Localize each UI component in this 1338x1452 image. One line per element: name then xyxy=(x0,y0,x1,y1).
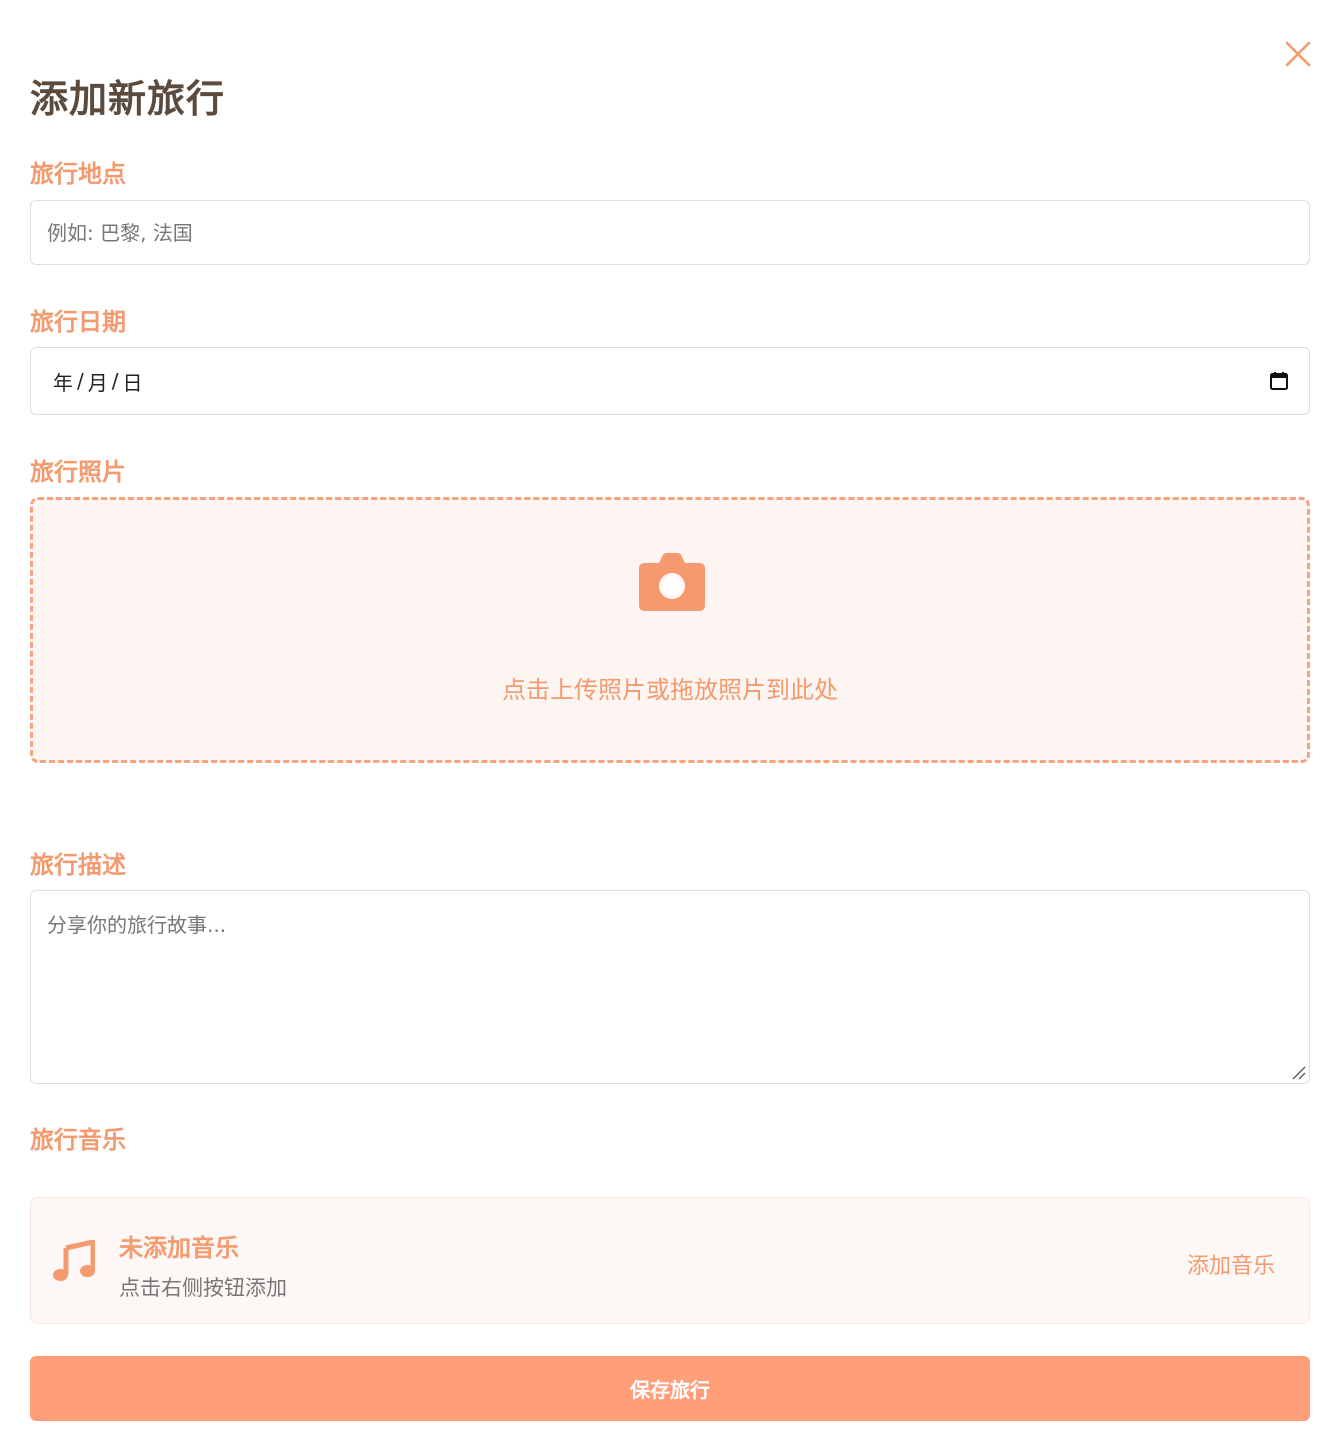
save-trip-button[interactable]: 保存旅行 xyxy=(30,1356,1310,1421)
photo-label: 旅行照片 xyxy=(30,458,126,486)
date-separator: / xyxy=(111,369,119,393)
description-textarea[interactable] xyxy=(30,890,1310,1084)
music-label: 旅行音乐 xyxy=(30,1126,126,1154)
description-label: 旅行描述 xyxy=(30,851,126,879)
music-status: 未添加音乐 xyxy=(119,1234,239,1262)
music-hint: 点击右侧按钮添加 xyxy=(119,1276,287,1300)
location-input[interactable] xyxy=(30,200,1310,265)
date-month-segment[interactable]: 月 xyxy=(88,367,108,396)
date-separator: / xyxy=(77,369,84,393)
date-year-segment[interactable]: 年 xyxy=(53,367,73,396)
music-panel: 未添加音乐 点击右侧按钮添加 添加音乐 xyxy=(30,1197,1310,1324)
date-day-segment[interactable]: 日 xyxy=(123,367,143,396)
add-music-button[interactable]: 添加音乐 xyxy=(1187,1248,1275,1280)
upload-prompt: 点击上传照片或拖放照片到此处 xyxy=(502,676,838,704)
camera-icon xyxy=(639,553,705,611)
music-note-icon xyxy=(53,1240,95,1281)
add-trip-modal: 添加新旅行 旅行地点 旅行日期 年 / 月 / 日 旅行照片 点击上传照片或拖放… xyxy=(0,0,1338,1452)
date-input[interactable]: 年 / 月 / 日 xyxy=(30,347,1310,415)
resize-handle-icon[interactable] xyxy=(1290,1064,1306,1080)
date-label: 旅行日期 xyxy=(30,308,126,336)
location-label: 旅行地点 xyxy=(30,160,126,188)
modal-title: 添加新旅行 xyxy=(30,77,226,121)
calendar-icon[interactable] xyxy=(1269,371,1289,391)
close-icon[interactable] xyxy=(1284,40,1312,68)
photo-upload-dropzone[interactable]: 点击上传照片或拖放照片到此处 xyxy=(30,497,1310,763)
